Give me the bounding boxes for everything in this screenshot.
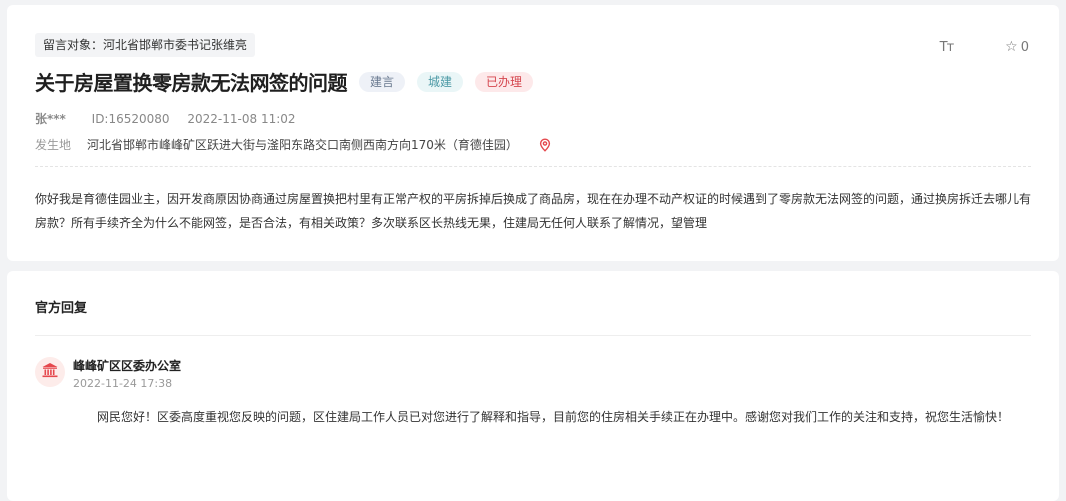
reply-section-title: 官方回复: [35, 301, 88, 316]
tag-urban-construction-badge: 城建: [417, 71, 464, 92]
location-pin-icon[interactable]: [538, 137, 552, 152]
place-value: 河北省邯郸市峰峰矿区跃进大街与滏阳东路交口南侧西南方向170米（育德佳园）: [87, 138, 518, 152]
message-tools: Tт ☆ 0: [940, 39, 1029, 55]
status-badge: 已办理: [475, 71, 534, 92]
message-target-tag: 留言对象：河北省邯郸市委书记张维亮: [35, 33, 256, 57]
tag-suggestion-badge: 建言: [359, 71, 406, 92]
reply-card: 官方回复 峰峰矿区区委办公室 2022-11-24 17:38 网民您好！区委高…: [7, 271, 1059, 501]
office-avatar: [35, 357, 65, 387]
divider: [35, 335, 1031, 336]
government-building-icon: [41, 361, 59, 383]
font-size-button[interactable]: Tт: [940, 40, 954, 55]
title-row: 关于房屋置换零房款无法网签的问题 建言 城建 已办理: [35, 67, 545, 96]
divider: [35, 166, 1031, 167]
place-label: 发生地: [35, 138, 72, 152]
reply-date: 2022-11-24 17:38: [73, 377, 173, 390]
message-title: 关于房屋置换零房款无法网签的问题: [35, 71, 348, 95]
reply-content: 网民您好！区委高度重视您反映的问题，区住建局工作人员已对您进行了解释和指导，目前…: [97, 410, 1010, 424]
place-row: 发生地 河北省邯郸市峰峰矿区跃进大街与滏阳东路交口南侧西南方向170米（育德佳园…: [35, 136, 552, 153]
favorite-count: 0: [1020, 39, 1029, 55]
favorite-button[interactable]: ☆ 0: [1005, 39, 1029, 55]
office-name: 峰峰矿区区委办公室: [73, 359, 182, 373]
star-outline-icon: ☆: [1005, 39, 1018, 55]
message-content: 你好我是育德佳园业主，因开发商原因协商通过房屋置换把村里有正常产权的平房拆掉后换…: [35, 192, 1032, 230]
author-name: 张***: [35, 112, 66, 126]
message-card: 留言对象：河北省邯郸市委书记张维亮 Tт ☆ 0 关于房屋置换零房款无法网签的问…: [7, 5, 1059, 261]
message-datetime: 2022-11-08 11:02: [187, 112, 296, 126]
message-meta: 张*** ID:16520080 2022-11-08 11:02: [35, 110, 296, 127]
message-id: ID:16520080: [91, 112, 170, 126]
